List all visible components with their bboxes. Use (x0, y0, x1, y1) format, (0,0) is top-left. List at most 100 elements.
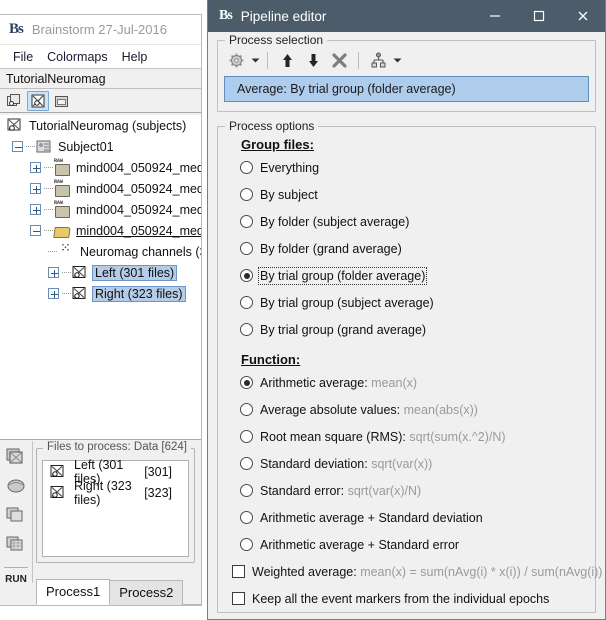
tree-item-raw-folder[interactable]: mind004_050924_median01_ (0, 178, 201, 199)
functional-data-subjects-icon[interactable] (27, 91, 49, 111)
raw-folder-icon (53, 160, 70, 175)
move-down-icon[interactable] (301, 49, 325, 71)
channels-icon (57, 244, 74, 259)
process-tabs: Process1 Process2 (36, 578, 201, 605)
radio-icon[interactable] (240, 376, 253, 389)
expand-expander-icon[interactable] (48, 267, 59, 278)
pipeline-titlebar[interactable]: Bs Pipeline editor (208, 0, 605, 32)
tree-item-open-folder[interactable]: mind004_050924_median01 (0, 220, 201, 241)
radio-group-files-by-subject[interactable]: By subject (228, 181, 585, 208)
radio-group-files-by-folder-subject-average[interactable]: By folder (subject average) (228, 208, 585, 235)
radio-icon[interactable] (240, 188, 253, 201)
collapse-expander-icon[interactable] (30, 225, 41, 236)
radio-function-arithmetic-average-plus-standard-error[interactable]: Arithmetic average + Standard error (228, 531, 585, 558)
anatomy-explorer-icon[interactable] (3, 91, 25, 111)
expand-expander-icon[interactable] (48, 288, 59, 299)
radio-function-root-mean-square[interactable]: Root mean square (RMS): sqrt(sum(x.^2)/N… (228, 423, 585, 450)
move-up-icon[interactable] (275, 49, 299, 71)
functional-data-conditions-icon[interactable] (51, 91, 73, 111)
protocol-name: TutorialNeuromag (6, 72, 106, 86)
radio-icon[interactable] (240, 296, 253, 309)
files-list[interactable]: Left (301 files) [301] Right (323 files) (42, 460, 189, 557)
run-button[interactable]: RUN (4, 567, 28, 585)
tree-connector (44, 225, 53, 236)
tree-item-raw-folder[interactable]: mind004_050924_median01_ (0, 157, 201, 178)
radio-group-files-by-folder-grand-average[interactable]: By folder (grand average) (228, 235, 585, 262)
process-menu-icon[interactable] (224, 49, 248, 71)
tree-item-channels[interactable]: Neuromag channels (318 (0, 241, 201, 262)
tab-process2[interactable]: Process2 (109, 580, 183, 605)
expand-expander-icon[interactable] (30, 183, 41, 194)
menu-item-colormaps[interactable]: Colormaps (40, 48, 114, 66)
radio-group-files-by-trial-group-subject-average[interactable]: By trial group (subject average) (228, 289, 585, 316)
option-label: Arithmetic average + Standard deviation (260, 511, 483, 525)
database-tree[interactable]: TutorialNeuromag (subjects) Subject01 (0, 115, 201, 440)
option-label: Root mean square (RMS): sqrt(sum(x.^2)/N… (260, 430, 506, 444)
radio-icon[interactable] (240, 161, 253, 174)
minimize-button[interactable] (473, 0, 517, 32)
tree-item-subject01[interactable]: Subject01 (0, 136, 201, 157)
radio-function-average-absolute-values[interactable]: Average absolute values: mean(abs(x)) (228, 396, 585, 423)
pipeline-script-icon[interactable] (366, 49, 390, 71)
checkbox-keep-event-markers[interactable]: Keep all the event markers from the indi… (228, 585, 585, 612)
list-item[interactable]: Right (323 files) [323] (43, 482, 188, 503)
group-files-header-label: Group files (241, 137, 310, 152)
radio-function-standard-error[interactable]: Standard error: sqrt(var(x)/N) (228, 477, 585, 504)
option-label-text: Weighted average: (252, 565, 357, 579)
process-menu-chevron-down-icon[interactable] (250, 57, 260, 64)
file-count: [301] (144, 465, 172, 479)
tree-item-protocol[interactable]: TutorialNeuromag (subjects) (0, 115, 201, 136)
radio-icon[interactable] (240, 269, 253, 282)
checkbox-icon[interactable] (232, 565, 245, 578)
radio-icon[interactable] (240, 403, 253, 416)
option-formula: sqrt(var(x)) (371, 457, 432, 471)
radio-icon[interactable] (240, 457, 253, 470)
tree-item-raw-folder[interactable]: mind004_050924_median01_ (0, 199, 201, 220)
tree-item-label: TutorialNeuromag (subjects) (27, 118, 188, 134)
radio-icon[interactable] (240, 215, 253, 228)
radio-icon[interactable] (240, 242, 253, 255)
expand-expander-icon[interactable] (30, 162, 41, 173)
brainstorm-logo-icon: Bs (9, 21, 23, 38)
files-to-process-panel: RUN Files to process: Data [624] Left (0, 441, 201, 605)
radio-icon[interactable] (240, 430, 253, 443)
radio-icon[interactable] (240, 538, 253, 551)
menu-item-file[interactable]: File (6, 48, 40, 66)
radio-group-files-by-trial-group-grand-average[interactable]: By trial group (grand average) (228, 316, 585, 343)
tab-process1[interactable]: Process1 (36, 579, 110, 605)
recordings-icon[interactable] (5, 447, 27, 467)
option-label-text: Standard error: (260, 484, 344, 498)
protocol-bar: TutorialNeuromag (0, 69, 201, 89)
radio-icon[interactable] (240, 323, 253, 336)
option-label: By folder (grand average) (260, 242, 402, 256)
pipeline-script-chevron-down-icon[interactable] (392, 57, 402, 64)
option-formula: mean(x) (371, 376, 417, 390)
option-label-text: Standard deviation: (260, 457, 368, 471)
menu-item-help[interactable]: Help (115, 48, 155, 66)
tree-item-label: Subject01 (56, 139, 116, 155)
option-label: By trial group (grand average) (260, 323, 426, 337)
tree-item-label: Neuromag channels (318 (78, 244, 201, 260)
collapse-expander-icon[interactable] (12, 141, 23, 152)
radio-function-standard-deviation[interactable]: Standard deviation: sqrt(var(x)) (228, 450, 585, 477)
checkbox-icon[interactable] (232, 592, 245, 605)
radio-group-files-everything[interactable]: Everything (228, 154, 585, 181)
delete-process-icon[interactable] (327, 49, 351, 71)
tree-item-right-trial-group[interactable]: Right (323 files) (0, 283, 201, 304)
sources-icon[interactable] (5, 476, 27, 496)
selected-process-item[interactable]: Average: By trial group (folder average) (224, 76, 589, 102)
maximize-button[interactable] (517, 0, 561, 32)
expand-expander-icon[interactable] (30, 204, 41, 215)
pipeline-editor-window: Bs Pipeline editor Process selection (207, 0, 606, 620)
window-buttons (473, 0, 605, 32)
radio-icon[interactable] (240, 484, 253, 497)
radio-function-arithmetic-average[interactable]: Arithmetic average: mean(x) (228, 369, 585, 396)
close-button[interactable] (561, 0, 605, 32)
radio-icon[interactable] (240, 511, 253, 524)
radio-group-files-by-trial-group-folder-average[interactable]: By trial group (folder average) (228, 262, 585, 289)
tree-item-left-trial-group[interactable]: Left (301 files) (0, 262, 201, 283)
checkbox-weighted-average[interactable]: Weighted average: mean(x) = sum(nAvg(i) … (228, 558, 585, 585)
matrix-icon[interactable] (5, 534, 27, 554)
radio-function-arithmetic-average-plus-standard-deviation[interactable]: Arithmetic average + Standard deviation (228, 504, 585, 531)
timefreq-icon[interactable] (5, 505, 27, 525)
